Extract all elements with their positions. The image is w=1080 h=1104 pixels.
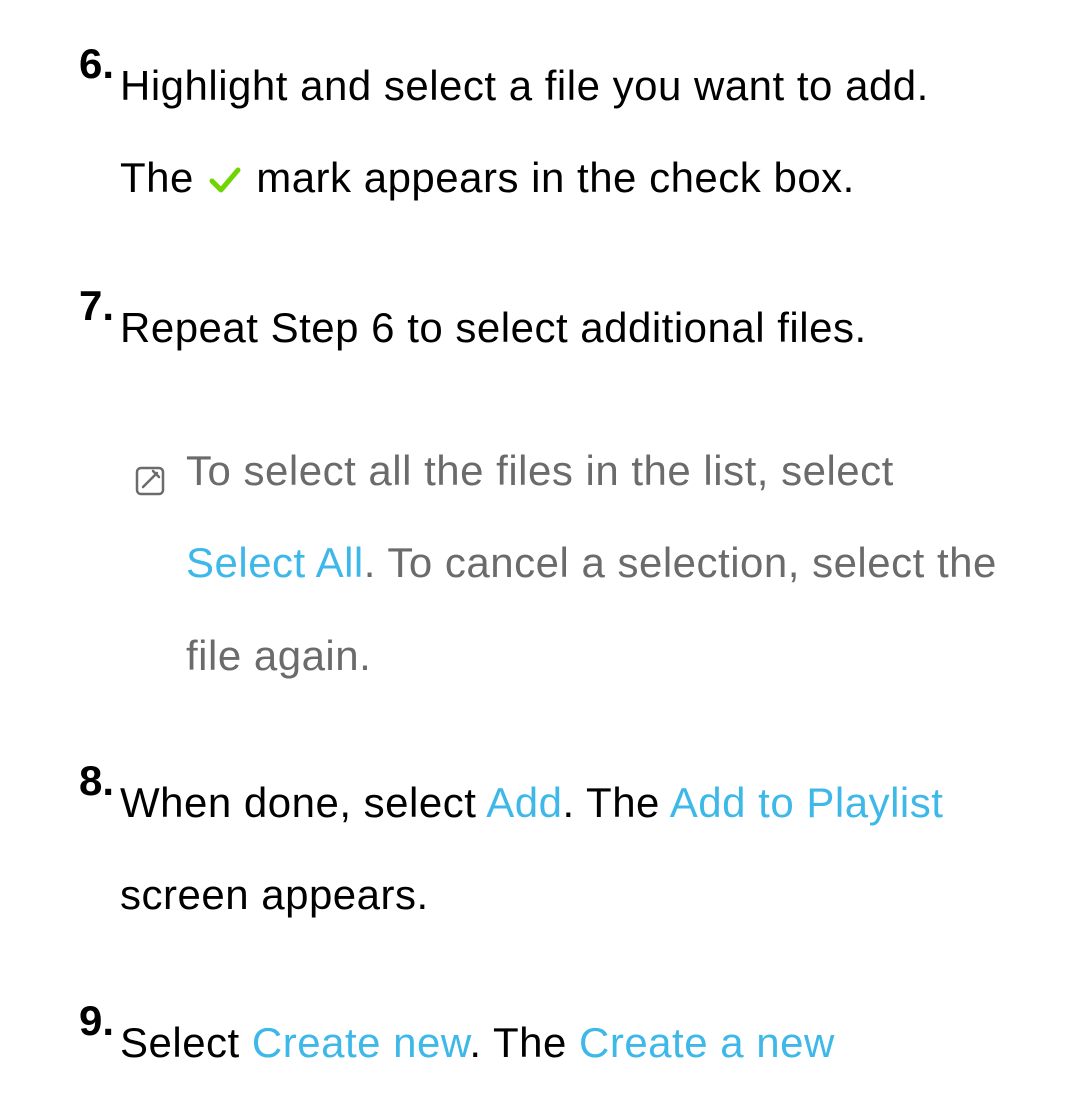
- text: mark appears in the check box.: [244, 154, 855, 201]
- step-6: 6. Highlight and select a file you want …: [70, 40, 1010, 227]
- step-8: 8. When done, select Add. The Add to Pla…: [70, 757, 1010, 942]
- note: To select all the files in the list, sel…: [134, 425, 1010, 702]
- text: screen appears.: [120, 871, 429, 918]
- step-9: 9. Select Create new. The Create a new: [70, 997, 1010, 1089]
- check-icon: [208, 135, 242, 227]
- text: . The: [562, 779, 669, 826]
- text: When done, select: [120, 779, 486, 826]
- step-number: 6.: [70, 40, 120, 227]
- step-body: Select Create new. The Create a new: [120, 997, 1010, 1089]
- highlight: Create a new: [579, 1019, 835, 1066]
- highlight: Select All: [186, 539, 364, 586]
- step-number: 7.: [70, 282, 120, 702]
- step-body: Repeat Step 6 to select additional files…: [120, 282, 1010, 702]
- text: To select all the files in the list, sel…: [186, 447, 894, 494]
- highlight: Create new: [252, 1019, 469, 1066]
- highlight: Add to Playlist: [670, 779, 944, 826]
- step-7: 7. Repeat Step 6 to select additional fi…: [70, 282, 1010, 702]
- note-icon: [134, 437, 166, 702]
- step-body: Highlight and select a file you want to …: [120, 40, 1010, 227]
- text: . The: [469, 1019, 579, 1066]
- text: Select: [120, 1019, 252, 1066]
- note-body: To select all the files in the list, sel…: [186, 425, 1010, 702]
- step-body: When done, select Add. The Add to Playli…: [120, 757, 1010, 942]
- step-number: 8.: [70, 757, 120, 942]
- text: Repeat Step 6 to select additional files…: [120, 304, 867, 351]
- highlight: Add: [486, 779, 562, 826]
- step-number: 9.: [70, 997, 120, 1089]
